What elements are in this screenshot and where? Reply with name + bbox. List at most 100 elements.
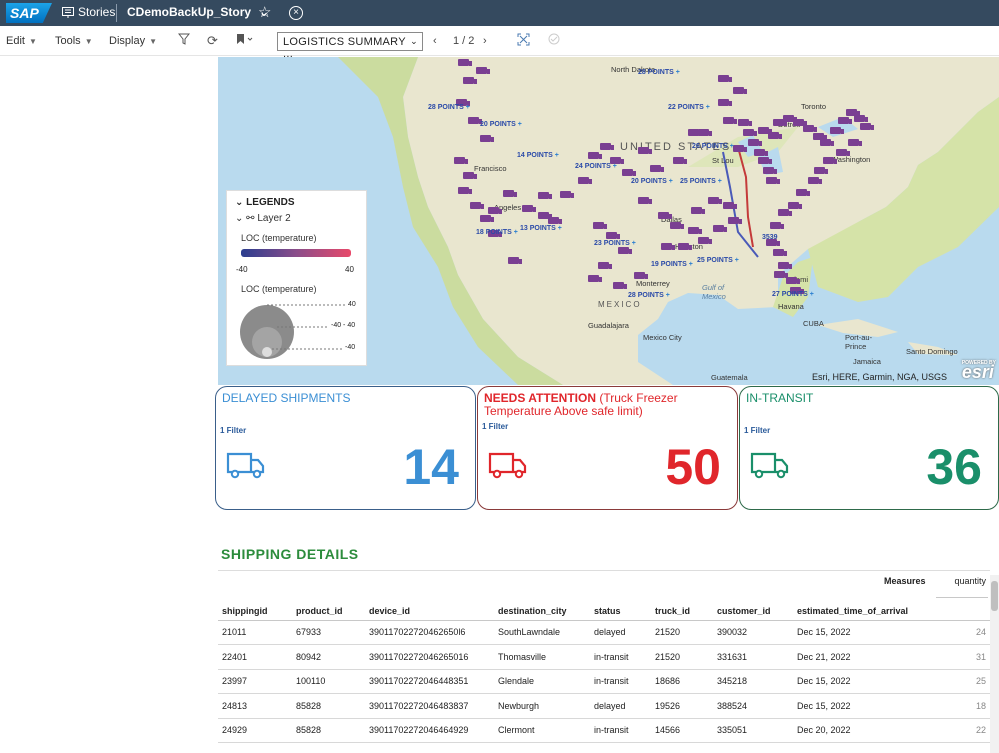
truck-marker-icon[interactable] bbox=[458, 187, 472, 194]
truck-marker-icon[interactable] bbox=[670, 222, 684, 229]
truck-marker-icon[interactable] bbox=[480, 135, 494, 142]
cluster-label[interactable]: 26 POINTS + bbox=[692, 143, 734, 150]
cluster-label[interactable]: 28 POINTS + bbox=[638, 69, 680, 76]
truck-marker-icon[interactable] bbox=[728, 217, 742, 224]
sap-logo[interactable]: SAP bbox=[6, 3, 52, 23]
truck-marker-icon[interactable] bbox=[588, 275, 602, 282]
truck-marker-icon[interactable] bbox=[854, 115, 868, 122]
truck-marker-icon[interactable] bbox=[788, 202, 802, 209]
page-selector[interactable]: LOGISTICS SUMMARY ... ⌄ bbox=[277, 32, 423, 60]
truck-marker-icon[interactable] bbox=[588, 152, 602, 159]
truck-marker-icon[interactable] bbox=[733, 145, 747, 152]
truck-marker-icon[interactable] bbox=[508, 257, 522, 264]
truck-marker-icon[interactable] bbox=[718, 75, 732, 82]
truck-marker-icon[interactable] bbox=[688, 227, 702, 234]
truck-marker-icon[interactable] bbox=[823, 157, 837, 164]
kpi-delayed-shipments[interactable]: DELAYED SHIPMENTS 1 Filter 14 bbox=[215, 386, 476, 510]
truck-marker-icon[interactable] bbox=[786, 277, 800, 284]
truck-marker-icon[interactable] bbox=[770, 222, 784, 229]
truck-marker-icon[interactable] bbox=[733, 87, 747, 94]
story-title-menu[interactable]: CDemoBackUp_Story ⌄ bbox=[127, 5, 269, 19]
truck-marker-icon[interactable] bbox=[578, 177, 592, 184]
cluster-label[interactable]: 19 POINTS + bbox=[651, 261, 693, 268]
truck-marker-icon[interactable] bbox=[488, 207, 502, 214]
truck-marker-icon[interactable] bbox=[661, 243, 675, 250]
truck-marker-icon[interactable] bbox=[560, 191, 574, 198]
cluster-label[interactable]: 18 POINTS + bbox=[476, 229, 518, 236]
truck-marker-icon[interactable] bbox=[748, 139, 762, 146]
truck-marker-icon[interactable] bbox=[476, 67, 490, 74]
column-header[interactable]: product_id bbox=[292, 596, 365, 621]
next-page-icon[interactable]: › bbox=[483, 35, 487, 47]
truck-marker-icon[interactable] bbox=[778, 262, 792, 269]
truck-marker-icon[interactable] bbox=[803, 125, 817, 132]
truck-marker-icon[interactable] bbox=[848, 139, 862, 146]
truck-marker-icon[interactable] bbox=[738, 119, 752, 126]
truck-marker-icon[interactable] bbox=[836, 149, 850, 156]
truck-marker-icon[interactable] bbox=[808, 177, 822, 184]
stories-link[interactable]: Stories bbox=[62, 5, 115, 19]
truck-marker-icon[interactable] bbox=[650, 165, 664, 172]
previous-page-icon[interactable]: ‹ bbox=[433, 35, 437, 47]
scrollbar-thumb[interactable] bbox=[991, 581, 998, 611]
table-row[interactable]: 24813 85828 39011702272046483837 Newburgh de… bbox=[218, 693, 990, 719]
legend-layer[interactable]: ⌄ ⚯ Layer 2 bbox=[235, 213, 291, 224]
truck-marker-icon[interactable] bbox=[598, 262, 612, 269]
truck-marker-icon[interactable] bbox=[593, 222, 607, 229]
truck-marker-icon[interactable] bbox=[606, 232, 620, 239]
cluster-label[interactable]: 25 POINTS + bbox=[680, 178, 722, 185]
truck-marker-icon[interactable] bbox=[468, 117, 482, 124]
truck-marker-icon[interactable] bbox=[538, 192, 552, 199]
truck-marker-icon[interactable] bbox=[538, 212, 552, 219]
cluster-label[interactable]: 20 POINTS + bbox=[631, 178, 673, 185]
truck-marker-icon[interactable] bbox=[766, 177, 780, 184]
bookmark-icon[interactable] bbox=[236, 33, 254, 48]
table-row[interactable]: 22401 80942 39011702272046265016 Thomasvill… bbox=[218, 644, 990, 670]
column-header[interactable]: estimated_time_of_arrival bbox=[793, 596, 930, 621]
truck-marker-icon[interactable] bbox=[698, 129, 712, 136]
truck-marker-icon[interactable] bbox=[814, 167, 828, 174]
truck-marker-icon[interactable] bbox=[673, 157, 687, 164]
truck-marker-icon[interactable] bbox=[613, 282, 627, 289]
truck-marker-icon[interactable] bbox=[768, 132, 782, 139]
column-header[interactable]: status bbox=[590, 596, 651, 621]
cluster-label[interactable]: 28 POINTS + bbox=[428, 104, 470, 111]
truck-marker-icon[interactable] bbox=[723, 202, 737, 209]
truck-marker-icon[interactable] bbox=[618, 247, 632, 254]
truck-marker-icon[interactable] bbox=[463, 77, 477, 84]
truck-marker-icon[interactable] bbox=[820, 139, 834, 146]
column-header[interactable]: destination_city bbox=[494, 596, 590, 621]
column-header[interactable]: device_id bbox=[365, 596, 494, 621]
truck-marker-icon[interactable] bbox=[634, 272, 648, 279]
table-scrollbar[interactable] bbox=[990, 575, 999, 753]
truck-marker-icon[interactable] bbox=[713, 225, 727, 232]
truck-marker-icon[interactable] bbox=[480, 215, 494, 222]
column-header[interactable]: customer_id bbox=[713, 596, 793, 621]
truck-marker-icon[interactable] bbox=[678, 243, 692, 250]
refresh-icon[interactable]: ⟳ bbox=[207, 33, 218, 49]
truck-marker-icon[interactable] bbox=[774, 271, 788, 278]
truck-marker-icon[interactable] bbox=[463, 172, 477, 179]
truck-marker-icon[interactable] bbox=[638, 197, 652, 204]
cluster-label[interactable]: 20 POINTS + bbox=[480, 121, 522, 128]
display-menu[interactable]: Display ▼ bbox=[109, 35, 157, 47]
truck-marker-icon[interactable] bbox=[718, 99, 732, 106]
column-header[interactable]: shippingid bbox=[218, 596, 292, 621]
truck-marker-icon[interactable] bbox=[503, 190, 517, 197]
truck-marker-icon[interactable] bbox=[698, 237, 712, 244]
truck-marker-icon[interactable] bbox=[522, 205, 536, 212]
cluster-label[interactable]: 22 POINTS + bbox=[668, 104, 710, 111]
cluster-label[interactable]: 28 POINTS + bbox=[628, 292, 670, 299]
close-icon[interactable]: × bbox=[289, 6, 303, 20]
truck-marker-icon[interactable] bbox=[470, 202, 484, 209]
truck-marker-icon[interactable] bbox=[691, 207, 705, 214]
table-row[interactable]: 21011 67933 390117022720462650l6 SouthLawnd… bbox=[218, 620, 990, 645]
truck-marker-icon[interactable] bbox=[838, 117, 852, 124]
truck-marker-icon[interactable] bbox=[458, 59, 472, 66]
truck-marker-icon[interactable] bbox=[860, 123, 874, 130]
kpi-filter[interactable]: 1 Filter bbox=[744, 426, 770, 435]
cluster-label[interactable]: 24 POINTS + bbox=[575, 163, 617, 170]
kpi-needs-attention[interactable]: NEEDS ATTENTION (Truck Freezer Temperatu… bbox=[477, 386, 738, 510]
truck-marker-icon[interactable] bbox=[658, 212, 672, 219]
truck-marker-icon[interactable] bbox=[743, 129, 757, 136]
